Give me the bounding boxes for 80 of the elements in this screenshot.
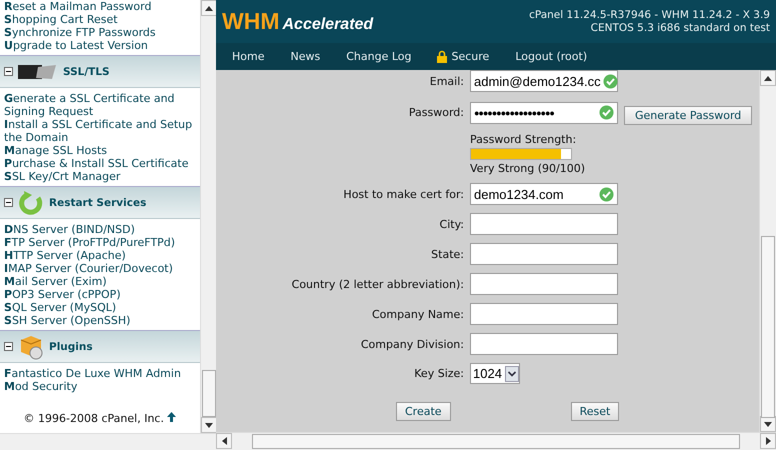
input-field[interactable] [470,213,618,235]
key-size-dropdown[interactable]: 1024 [470,363,520,384]
scroll-down-icon[interactable] [205,422,213,428]
scroll-up-icon[interactable] [764,76,772,80]
section-title: Restart Services [49,196,146,208]
sidebar-link[interactable]: SQL Server (MySQL) [4,301,196,314]
input-field[interactable] [470,333,618,355]
section-title: SSL/TLS [63,66,110,78]
scrollbar[interactable] [759,70,776,432]
section-header[interactable]: Plugins [0,330,200,363]
sidebar-link[interactable]: Manage SSL Hosts [4,144,196,157]
strength-reading: Very Strong (90/100) [470,162,586,175]
sidebar-link[interactable]: SSH Server (OpenSSH) [4,314,196,327]
sidebar-link[interactable]: Upgrade to Latest Version [4,39,196,52]
check-icon [599,105,614,120]
logo: WHM Accelerated [222,8,374,35]
section-header[interactable]: Restart Services [0,186,200,219]
sidebar-link[interactable]: Fantastico De Luxe WHM Admin [4,367,196,380]
field-label: Email: [428,74,464,88]
form-button[interactable]: Reset [570,402,620,421]
nav-link[interactable]: Change Log [346,50,412,63]
input-field[interactable]: demo1234.com [470,183,618,205]
sidebar-link[interactable]: Shopping Cart Reset [4,13,196,26]
lock-icon [437,50,448,63]
sidebar-link[interactable]: DNS Server (BIND/NSD) [4,223,196,236]
sidebar-link[interactable]: FTP Server (ProFTPd/PureFTPd) [4,236,196,249]
version-text: cPanel 11.24.5-R37946 - WHM 11.24.2 - X 3.9 [529,8,770,22]
input-field[interactable]: admin@demo1234.cc [470,70,618,92]
input-field[interactable]: ●●●●●●●●●●●●●●●●●● [470,102,618,124]
server-text: CENTOS 5.3 i686 standard on test [590,22,770,34]
sidebar-link[interactable]: Purchase & Install SSL Certificate [4,157,196,170]
logo-icon [18,62,58,80]
copyright-text: © 1996-2008 cPanel, Inc. [0,412,200,425]
field-label: State: [430,248,464,260]
generate-password-button[interactable]: Generate Password [624,106,752,125]
input-field[interactable] [470,273,618,295]
scroll-thumb[interactable] [202,370,216,417]
check-icon [599,186,614,202]
scroll-down-icon[interactable] [764,422,772,426]
input-field[interactable] [470,243,618,265]
collapse-icon[interactable] [4,67,13,76]
scroll-right-icon[interactable] [766,437,770,445]
refresh-icon [18,190,44,216]
field-label: Company Division: [360,338,464,350]
check-icon [602,74,618,88]
strength-label: Password Strength: [470,133,578,146]
field-label: Country (2 letter abbreviation): [290,278,464,290]
collapse-icon[interactable] [4,198,13,207]
section-header[interactable]: SSL/TLS [0,55,200,88]
scroll-thumb[interactable] [252,434,740,449]
scrollbar[interactable] [0,433,216,450]
form-button[interactable]: Create [396,402,451,421]
sidebar-link[interactable]: Mail Server (Exim) [4,275,196,288]
up-arrow-icon[interactable] [167,412,176,422]
field-label: Password: [408,106,464,119]
field-label: Company Name: [371,308,464,320]
scroll-up-icon[interactable] [205,6,213,10]
input-field[interactable] [470,303,618,325]
field-label: Host to make cert for: [342,188,464,200]
section-title: Plugins [49,340,93,352]
sidebar-link[interactable]: HTTP Server (Apache) [4,249,196,262]
field-label: City: [438,218,464,230]
chevron-down-icon [504,366,519,382]
collapse-icon[interactable] [4,342,13,351]
package-icon [18,334,44,360]
sidebar-link[interactable]: Mod Security [4,380,196,393]
sidebar-link[interactable]: Reset a Mailman Password [4,0,196,13]
sidebar-link[interactable]: Synchronize FTP Passwords [4,26,196,39]
nav-link[interactable]: Secure [437,50,490,63]
field-label: Key Size: [413,367,464,380]
nav-link[interactable]: News [290,50,320,63]
scroll-thumb[interactable] [761,236,775,418]
nav-link[interactable]: Home [232,50,264,63]
scrollbar[interactable] [200,0,217,433]
scrollbar[interactable] [216,432,776,450]
scroll-left-icon[interactable] [222,437,226,445]
sidebar-link[interactable]: SSL Key/Crt Manager [4,170,196,183]
sidebar-link[interactable]: IMAP Server (Courier/Dovecot) [4,262,196,275]
sidebar-link[interactable]: POP3 Server (cPPOP) [4,288,196,301]
nav-link[interactable]: Logout (root) [515,50,588,63]
